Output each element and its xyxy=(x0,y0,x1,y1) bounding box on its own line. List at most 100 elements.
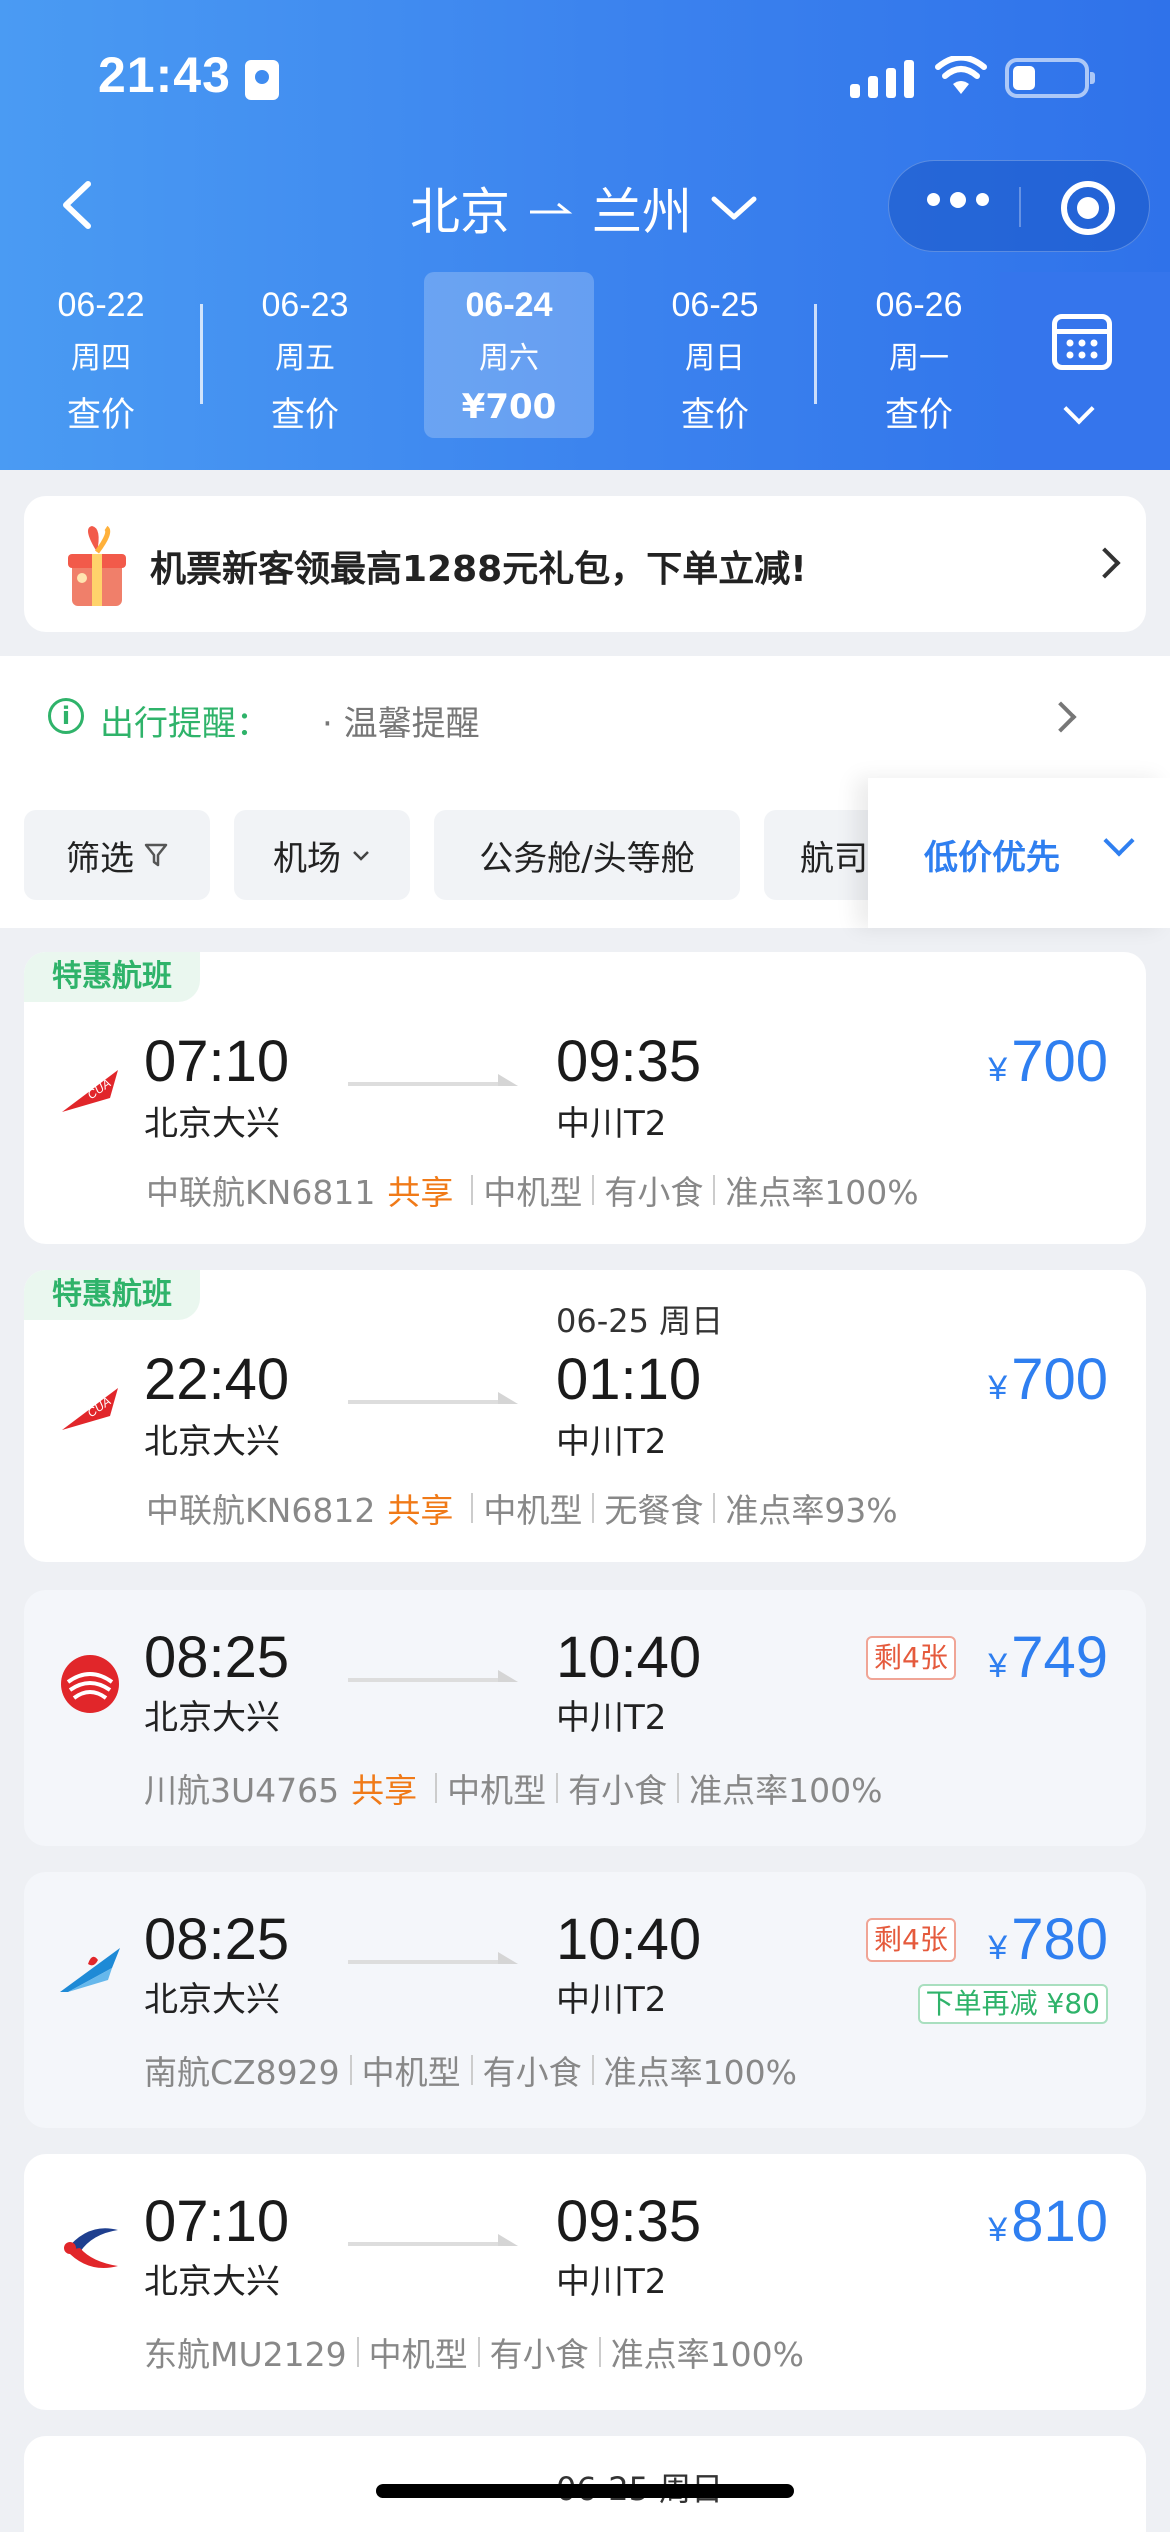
notice-label: 出行提醒： xyxy=(100,704,270,744)
weekday-label: 周五 xyxy=(275,341,335,376)
codeshare-tag: 共享 xyxy=(351,1771,418,1810)
flight-card[interactable]: 特惠航班 CUA 06-25 周日 22:40 北京大兴 01:10 中川T2 … xyxy=(24,1270,1146,1562)
flight-number: 中联航KN6812 xyxy=(146,1491,376,1530)
date-label: 06-22 xyxy=(57,286,145,324)
aircraft-type: 中机型 xyxy=(483,1173,583,1212)
special-flight-tag: 特惠航班 xyxy=(24,952,200,1002)
status-time: 21:43 xyxy=(98,47,231,103)
funnel-icon xyxy=(144,843,168,867)
flight-price: ¥780 xyxy=(988,1907,1108,1972)
arrival-airport: 中川T2 xyxy=(556,1422,667,1462)
arrival-time: 01:10 xyxy=(556,1347,702,1412)
battery-icon xyxy=(1005,58,1095,98)
flight-card[interactable]: 07:10 北京大兴 09:35 中川T2 ¥810 东航MU2129 中机型 … xyxy=(24,2154,1146,2410)
date-label: 06-24 xyxy=(465,286,553,324)
meal-info: 有小食 xyxy=(489,2335,589,2374)
flight-number: 中联航KN6811 xyxy=(146,1173,376,1212)
weekday-label: 周日 xyxy=(685,341,745,376)
flight-meta: 东航MU2129 中机型 有小食 准点率100% xyxy=(144,2328,804,2376)
date-divider xyxy=(814,304,817,404)
meal-info: 有小食 xyxy=(568,1771,668,1810)
home-indicator[interactable] xyxy=(376,2484,794,2498)
chevron-down-icon xyxy=(353,851,369,861)
arrival-time: 10:40 xyxy=(556,1907,702,1972)
aircraft-type: 中机型 xyxy=(483,1491,583,1530)
chevron-down-icon xyxy=(1063,393,1095,425)
aircraft-type: 中机型 xyxy=(368,2335,468,2374)
date-price: ¥700 xyxy=(461,387,557,427)
weekday-label: 周四 xyxy=(71,341,131,376)
ontime-rate: 准点率100% xyxy=(610,2335,804,2374)
wifi-icon xyxy=(935,56,987,94)
departure-time: 22:40 xyxy=(144,1347,290,1412)
filter-chip-airport[interactable]: 机场 xyxy=(234,810,410,900)
gift-icon xyxy=(68,525,126,606)
weekday-label: 周六 xyxy=(479,341,539,376)
filter-chip-cabin[interactable]: 公务舱/头等舱 xyxy=(434,810,740,900)
departure-time: 07:10 xyxy=(144,2189,290,2254)
flight-arrow-icon xyxy=(348,1074,518,1086)
sort-dropdown[interactable]: 低价优先 xyxy=(868,778,1170,928)
flight-price: ¥700 xyxy=(988,1347,1108,1412)
route-title[interactable]: 北京 兰州 xyxy=(410,172,758,244)
more-icon[interactable] xyxy=(927,192,989,208)
flight-meta: 南航CZ8929 中机型 有小食 准点率100% xyxy=(144,2046,797,2094)
filter-chip-screen[interactable]: 筛选 xyxy=(24,810,210,900)
filter-chip-label: 航司 xyxy=(800,838,868,879)
codeshare-tag: 共享 xyxy=(387,1173,454,1212)
sichuan-airlines-logo-icon xyxy=(61,1655,119,1713)
departure-airport: 北京大兴 xyxy=(144,1698,280,1738)
close-miniprogram-icon[interactable] xyxy=(1061,181,1115,235)
date-tab[interactable]: 06-25 周日 查价 xyxy=(630,272,800,438)
date-tab[interactable]: 06-22 周四 查价 xyxy=(16,272,186,438)
aircraft-type: 中机型 xyxy=(447,1771,547,1810)
flight-card[interactable]: 08:25 北京大兴 10:40 中川T2 剩4张 ¥780 下单再减 ¥80 … xyxy=(24,1872,1146,2128)
promo-banner[interactable]: 机票新客领最高1288元礼包，下单立减! xyxy=(24,496,1146,632)
chevron-down-icon xyxy=(1103,825,1135,857)
departure-airport: 北京大兴 xyxy=(144,1422,280,1462)
travel-notice[interactable]: i 出行提醒： · 温馨提醒 xyxy=(0,656,1170,778)
calendar-button[interactable] xyxy=(1000,272,1170,470)
cellular-signal-icon xyxy=(850,60,914,98)
filter-chip-label: 公务舱/头等舱 xyxy=(479,838,695,879)
date-label: 06-25 xyxy=(671,286,759,324)
flight-price: ¥810 xyxy=(988,2189,1108,2254)
special-flight-tag: 特惠航班 xyxy=(24,1270,200,1320)
meal-info: 有小食 xyxy=(604,1173,704,1212)
seats-left-badge: 剩4张 xyxy=(866,1636,956,1680)
capsule-divider xyxy=(1019,187,1021,227)
flight-meta: 川航3U4765 共享 中机型 有小食 准点率100% xyxy=(144,1764,882,1812)
arrival-airport: 中川T2 xyxy=(556,1104,667,1144)
flight-card[interactable]: 特惠航班 CUA 07:10 北京大兴 09:35 中川T2 ¥700 中联航K… xyxy=(24,952,1146,1244)
flight-number: 南航CZ8929 xyxy=(144,2053,340,2092)
chevron-right-icon xyxy=(1045,701,1077,733)
departure-airport: 北京大兴 xyxy=(144,2262,280,2302)
cua-logo-icon: CUA xyxy=(62,1388,118,1430)
promo-text: 机票新客领最高1288元礼包，下单立减! xyxy=(150,549,807,590)
arrival-airport: 中川T2 xyxy=(556,1698,667,1738)
date-tab[interactable]: 06-23 周五 查价 xyxy=(220,272,390,438)
ontime-rate: 准点率100% xyxy=(689,1771,883,1810)
departure-time: 07:10 xyxy=(144,1029,290,1094)
arrival-time: 09:35 xyxy=(556,1029,702,1094)
back-icon[interactable] xyxy=(50,170,110,240)
date-divider xyxy=(200,304,203,404)
date-label: 06-26 xyxy=(875,286,963,324)
ontime-rate: 准点率100% xyxy=(603,2053,797,2092)
flight-meta: 中联航KN6812 共享 中机型 无餐食 准点率93% xyxy=(146,1484,898,1532)
meal-info: 有小食 xyxy=(482,2053,582,2092)
date-price: 查价 xyxy=(885,395,953,435)
arrival-next-day: 06-25 周日 xyxy=(556,1302,724,1340)
date-tab-selected[interactable]: 06-24 周六 ¥700 xyxy=(424,272,594,438)
arrival-airport: 中川T2 xyxy=(556,1980,667,2020)
meal-info: 无餐食 xyxy=(604,1491,704,1530)
chevron-right-icon xyxy=(1089,547,1121,579)
flight-card[interactable]: 08:25 北京大兴 10:40 中川T2 剩4张 ¥749 川航3U4765 … xyxy=(24,1590,1146,1846)
date-tab[interactable]: 06-26 周一 查价 xyxy=(834,272,1004,438)
destination-city: 兰州 xyxy=(592,183,692,241)
date-price: 查价 xyxy=(681,395,749,435)
filter-chip-label: 机场 xyxy=(273,838,341,879)
flight-arrow-icon xyxy=(348,1670,518,1682)
china-eastern-logo-icon xyxy=(64,2228,118,2268)
calendar-icon xyxy=(1052,314,1112,370)
